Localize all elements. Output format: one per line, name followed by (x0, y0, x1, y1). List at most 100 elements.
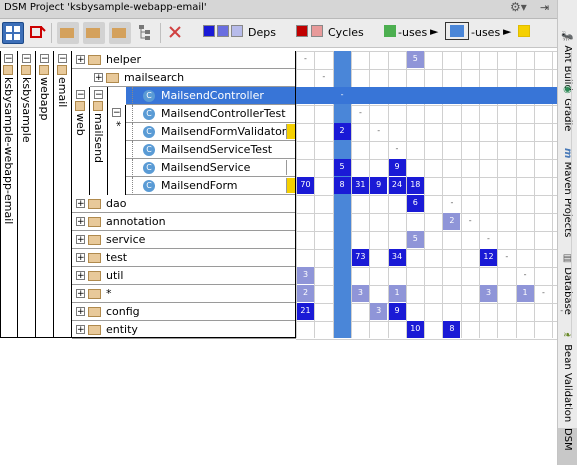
matrix-cell[interactable]: 1 (388, 285, 406, 302)
legend-cycles-light (311, 25, 323, 37)
tree-row-package[interactable]: + test (72, 249, 296, 267)
matrix-cell[interactable]: 5 (406, 231, 424, 248)
expand-toggle[interactable]: + (76, 199, 85, 209)
tree-row-package[interactable]: + util (72, 267, 296, 285)
tab-gradle[interactable]: ◉ Gradle (558, 84, 577, 131)
matrix-cell[interactable]: - (517, 267, 534, 284)
matrix-cell[interactable]: 12 (480, 249, 497, 266)
tree-row-package[interactable]: + helper (72, 51, 296, 69)
tab-bean-validation[interactable]: ❧ Bean Validation (558, 330, 577, 422)
matrix-cell[interactable]: 2 (297, 285, 314, 302)
matrix-cell[interactable]: - (389, 141, 406, 158)
matrix-cell[interactable]: - (370, 123, 387, 140)
tab-label: DSM (562, 428, 573, 451)
matrix-cell[interactable]: 6 (406, 195, 424, 212)
tree-row-class[interactable]: C MailsendServiceTest (126, 141, 296, 159)
expand-toggle[interactable]: + (76, 289, 85, 299)
tree-row-package[interactable]: + entity (72, 321, 296, 339)
matrix-cell[interactable]: - (297, 51, 314, 68)
gear-icon[interactable]: ⚙▾ (510, 0, 527, 14)
matrix-cell[interactable]: 3 (297, 267, 314, 284)
matrix-cell[interactable]: 8 (333, 177, 351, 194)
matrix-cell[interactable]: 3 (351, 285, 369, 302)
matrix-cell[interactable]: 73 (351, 249, 369, 266)
matrix-cell[interactable]: - (334, 87, 351, 104)
matrix-cell[interactable]: - (572, 321, 577, 338)
matrix-cell[interactable]: 18 (406, 177, 424, 194)
tree-row-class[interactable]: C MailsendController (126, 87, 296, 105)
tree-connector (132, 123, 134, 141)
flatten-button[interactable] (109, 22, 131, 44)
matrix-cell[interactable]: 9 (388, 303, 406, 320)
tree-row-class[interactable]: C MailsendService (126, 159, 296, 177)
matrix-cell[interactable]: - (480, 231, 497, 248)
collapse-toggle[interactable]: − (58, 54, 67, 64)
collapse-toggle[interactable]: − (22, 54, 31, 64)
folder-icon (88, 199, 101, 209)
matrix-cell[interactable]: 3 (480, 285, 497, 302)
collapse-toggle[interactable]: − (76, 90, 85, 100)
expand-toggle[interactable]: + (94, 73, 103, 83)
matrix-cell[interactable]: 9 (370, 177, 388, 194)
tree-row-class[interactable]: C MailsendControllerTest (126, 105, 296, 123)
folder-icon (21, 65, 31, 75)
expand-toggle[interactable]: + (76, 217, 85, 227)
expand-toggle[interactable]: + (76, 55, 85, 65)
tree-row-package[interactable]: + dao (72, 195, 296, 213)
matrix-cell[interactable]: 9 (388, 159, 406, 176)
matrix-cell[interactable]: 21 (297, 303, 314, 320)
expand-toggle[interactable]: + (76, 325, 85, 335)
matrix-cell[interactable]: 10 (406, 321, 424, 338)
tree-level-column[interactable] (108, 105, 126, 195)
folder-icon (93, 101, 103, 111)
matrix-cell[interactable]: 70 (297, 177, 314, 194)
tree-button[interactable] (135, 22, 157, 44)
expand-toggle[interactable]: + (76, 307, 85, 317)
matrix-cell[interactable]: 24 (388, 177, 406, 194)
tree-row-package[interactable]: + * (72, 285, 296, 303)
collapse-toggle[interactable]: − (40, 54, 49, 64)
collapse-button[interactable] (83, 22, 105, 44)
collapse-toggle[interactable]: − (112, 108, 121, 118)
tree-icon (139, 25, 150, 40)
matrix-cell[interactable]: - (535, 285, 552, 302)
legend-bracket (445, 22, 469, 40)
row-label: mailsearch (124, 71, 185, 84)
tree-row-package[interactable]: + mailsearch (90, 69, 296, 87)
matrix-cell[interactable]: - (443, 195, 460, 212)
matrix-cell[interactable]: - (352, 105, 369, 122)
matrix-cell[interactable]: - (553, 303, 570, 320)
collapse-toggle[interactable]: − (94, 90, 103, 100)
tree-level-label: webapp (38, 77, 51, 121)
matrix-cell[interactable]: - (315, 69, 332, 86)
expand-toggle[interactable]: + (76, 271, 85, 281)
tab-ant-build[interactable]: 🐜 Ant Build (558, 30, 577, 91)
matrix-cell[interactable]: 8 (443, 321, 461, 338)
matrix-cell[interactable]: 31 (351, 177, 369, 194)
matrix-cell[interactable]: 1 (516, 285, 534, 302)
tree-row-package[interactable]: + config (72, 303, 296, 321)
tree-row-class[interactable]: C MailsendForm (126, 177, 296, 195)
tree-row-class[interactable]: C MailsendFormValidator (126, 123, 296, 141)
matrix-cell[interactable]: 2 (443, 213, 461, 230)
ant-icon: 🐜 (562, 30, 573, 43)
matrix-cell[interactable]: 5 (333, 159, 351, 176)
matrix-cell[interactable]: 3 (370, 303, 388, 320)
matrix-cell[interactable]: - (462, 213, 479, 230)
matrix-cell[interactable]: 2 (333, 123, 351, 140)
matrix-cell[interactable]: - (498, 249, 515, 266)
close-button[interactable] (165, 22, 187, 44)
matrix-cell[interactable]: 5 (406, 51, 424, 68)
tree-row-package[interactable]: + annotation (72, 213, 296, 231)
expand-toggle[interactable]: + (76, 253, 85, 263)
tab-dsm[interactable]: DSM (558, 428, 577, 465)
collapse-toggle[interactable]: − (4, 54, 13, 64)
cycles-button[interactable] (27, 22, 49, 44)
expand-button[interactable] (57, 22, 79, 44)
expand-toggle[interactable]: + (76, 235, 85, 245)
module-view-button[interactable] (2, 22, 24, 44)
tab-maven-projects[interactable]: m Maven Projects (558, 148, 577, 237)
tree-row-package[interactable]: + service (72, 231, 296, 249)
hide-icon[interactable]: ⇥ (540, 1, 549, 14)
matrix-cell[interactable]: 34 (388, 249, 406, 266)
